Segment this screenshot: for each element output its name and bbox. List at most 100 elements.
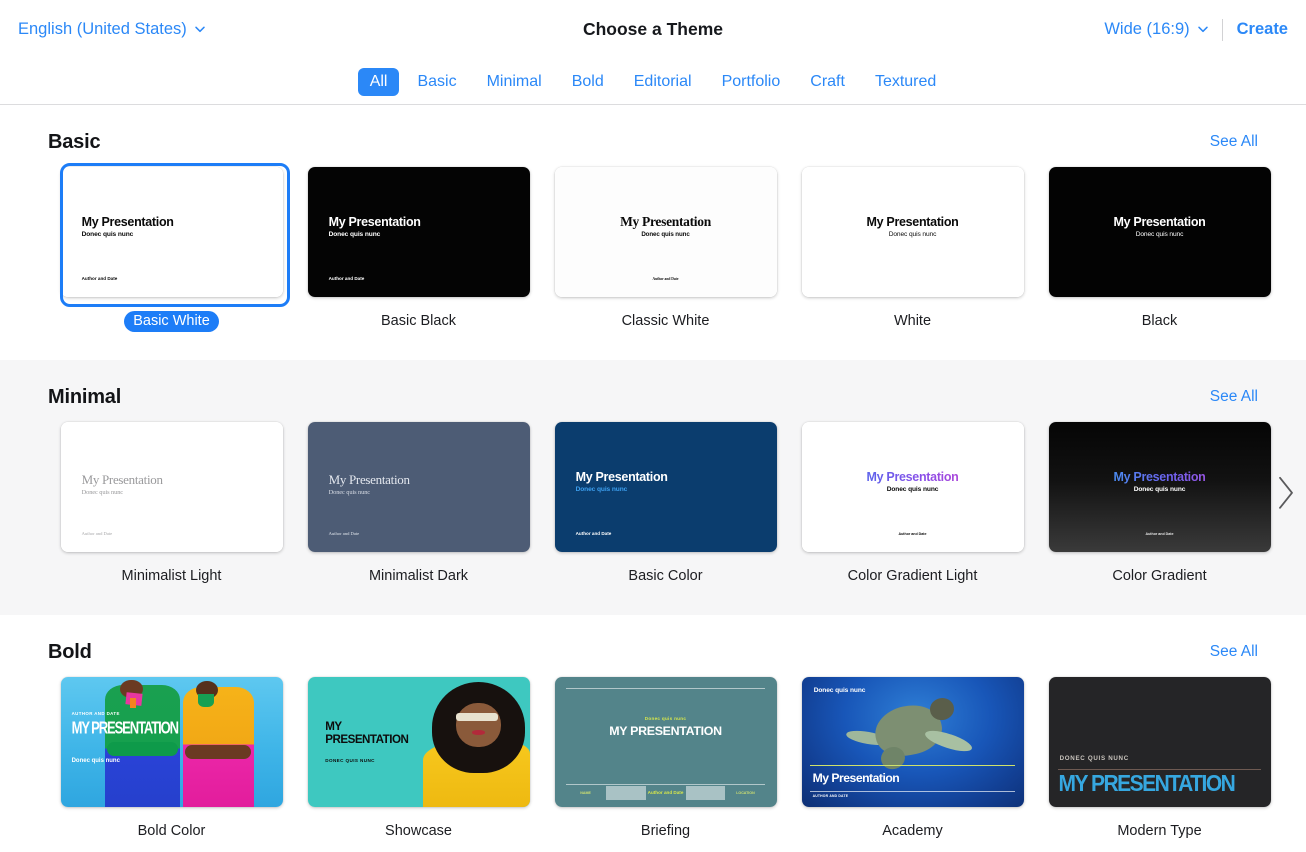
toolbar-divider	[1222, 19, 1223, 41]
section-spacer	[0, 332, 1306, 360]
theme-thumbnail[interactable]: MYPRESENTATION DONEC QUIS NUNC	[308, 677, 530, 807]
theme-card-bold-color[interactable]: AUTHOR AND DATE MY PRESENTATION Donec qu…	[48, 676, 295, 842]
theme-label: Classic White	[613, 311, 719, 332]
tab-portfolio[interactable]: Portfolio	[710, 68, 793, 96]
theme-label: Briefing	[632, 821, 699, 842]
slide-size-label: Wide (16:9)	[1104, 20, 1189, 39]
theme-card-color-gradient[interactable]: My PresentationDonec quis nunc Author an…	[1036, 421, 1283, 587]
tab-all[interactable]: All	[358, 68, 400, 96]
theme-card-academy[interactable]: Donec quis nunc My Presentation AUTHOR A…	[789, 676, 1036, 842]
theme-section-bold: Bold See All AUTHOR AND DATE MY PRESENTAT…	[0, 615, 1306, 852]
theme-thumbnail[interactable]: My PresentationDonec quis nunc Author an…	[61, 167, 283, 297]
theme-thumbnail[interactable]: My PresentationDonec quis nunc Author an…	[555, 422, 777, 552]
create-button[interactable]: Create	[1237, 20, 1288, 39]
theme-label: Showcase	[376, 821, 461, 842]
chevron-right-icon[interactable]	[1276, 474, 1296, 510]
theme-card-basic-white[interactable]: My PresentationDonec quis nunc Author an…	[48, 166, 295, 332]
theme-thumbnail-wrap[interactable]: MYPRESENTATION DONEC QUIS NUNC	[307, 676, 531, 808]
tab-basic[interactable]: Basic	[405, 68, 468, 96]
theme-thumbnail[interactable]: My PresentationDonec quis nunc	[802, 167, 1024, 297]
theme-section-minimal: Minimal See All My PresentationDonec quis…	[0, 360, 1306, 615]
theme-card-briefing[interactable]: Donec quis nunc MY PRESENTATION NAMEAuth…	[542, 676, 789, 842]
section-header: Bold See All	[0, 615, 1306, 667]
theme-card-white[interactable]: My PresentationDonec quis nunc White	[789, 166, 1036, 332]
theme-label: White	[885, 311, 940, 332]
section-spacer	[0, 587, 1306, 615]
slide-size-selector[interactable]: Wide (16:9)	[1104, 20, 1207, 39]
theme-chooser-window: English (United States) Choose a Theme W…	[0, 0, 1306, 852]
theme-thumbnail[interactable]: AUTHOR AND DATE MY PRESENTATION Donec qu…	[61, 677, 283, 807]
theme-label: Color Gradient Light	[839, 566, 987, 587]
theme-label: Academy	[873, 821, 951, 842]
language-label: English (United States)	[18, 20, 187, 39]
theme-thumbnail[interactable]: Donec quis nunc My Presentation AUTHOR A…	[802, 677, 1024, 807]
theme-label: Minimalist Light	[113, 566, 231, 587]
see-all-link[interactable]: See All	[1210, 388, 1258, 406]
theme-thumbnail[interactable]: My PresentationDonec quis nunc	[1049, 167, 1271, 297]
theme-card-black[interactable]: My PresentationDonec quis nunc Black	[1036, 166, 1283, 332]
theme-label: Modern Type	[1108, 821, 1210, 842]
tab-minimal[interactable]: Minimal	[475, 68, 554, 96]
theme-thumbnail-wrap[interactable]: Donec quis nunc MY PRESENTATION NAMEAuth…	[554, 676, 778, 808]
theme-thumbnail-wrap[interactable]: Donec quis nunc My Presentation AUTHOR A…	[801, 676, 1025, 808]
category-tabs: AllBasicMinimalBoldEditorialPortfolioCra…	[0, 59, 1306, 105]
tab-craft[interactable]: Craft	[798, 68, 857, 96]
theme-row: My PresentationDonec quis nunc Author an…	[0, 157, 1306, 332]
theme-thumbnail[interactable]: My PresentationDonec quis nunc Author an…	[802, 422, 1024, 552]
language-selector[interactable]: English (United States)	[18, 20, 205, 39]
theme-thumbnail[interactable]: My PresentationDonec quis nunc Author an…	[308, 167, 530, 297]
theme-row: My PresentationDonec quis nunc Author an…	[0, 412, 1306, 587]
theme-label: Bold Color	[129, 821, 215, 842]
theme-label: Basic Color	[619, 566, 711, 587]
theme-thumbnail[interactable]: DONEC QUIS NUNC MY PRESENTATION	[1049, 677, 1271, 807]
theme-label: Minimalist Dark	[360, 566, 477, 587]
theme-thumbnail-wrap[interactable]: AUTHOR AND DATE MY PRESENTATION Donec qu…	[60, 676, 284, 808]
theme-section-basic: Basic See All My PresentationDonec quis n…	[0, 105, 1306, 360]
see-all-link[interactable]: See All	[1210, 133, 1258, 151]
section-header: Minimal See All	[0, 360, 1306, 412]
theme-thumbnail-wrap[interactable]: My PresentationDonec quis nunc Author an…	[307, 166, 531, 298]
theme-label: Basic Black	[372, 311, 465, 332]
theme-card-modern-type[interactable]: DONEC QUIS NUNC MY PRESENTATION Modern Ty…	[1036, 676, 1283, 842]
toolbar-right-group: Wide (16:9) Create	[1104, 19, 1288, 41]
theme-thumbnail[interactable]: Donec quis nunc MY PRESENTATION NAMEAuth…	[555, 677, 777, 807]
theme-thumbnail-wrap[interactable]: My PresentationDonec quis nunc Author an…	[801, 421, 1025, 553]
theme-card-color-gradient-light[interactable]: My PresentationDonec quis nunc Author an…	[789, 421, 1036, 587]
theme-scroll-area[interactable]: Basic See All My PresentationDonec quis n…	[0, 105, 1306, 852]
theme-thumbnail-wrap[interactable]: My PresentationDonec quis nunc	[1048, 166, 1272, 298]
theme-thumbnail-wrap[interactable]: My PresentationDonec quis nunc Author an…	[554, 421, 778, 553]
chevron-down-icon	[194, 23, 205, 34]
theme-label: Basic White	[124, 311, 219, 332]
theme-card-minimalist-light[interactable]: My PresentationDonec quis nunc Author an…	[48, 421, 295, 587]
tab-textured[interactable]: Textured	[863, 68, 948, 96]
theme-card-basic-color[interactable]: My PresentationDonec quis nunc Author an…	[542, 421, 789, 587]
theme-card-classic-white[interactable]: My PresentationDonec quis nunc Author an…	[542, 166, 789, 332]
theme-label: Black	[1133, 311, 1186, 332]
section-title: Minimal	[48, 386, 121, 409]
theme-card-basic-black[interactable]: My PresentationDonec quis nunc Author an…	[295, 166, 542, 332]
window-toolbar: English (United States) Choose a Theme W…	[0, 0, 1306, 59]
see-all-link[interactable]: See All	[1210, 643, 1258, 661]
tab-editorial[interactable]: Editorial	[622, 68, 704, 96]
theme-thumbnail-wrap[interactable]: DONEC QUIS NUNC MY PRESENTATION	[1048, 676, 1272, 808]
theme-thumbnail[interactable]: My PresentationDonec quis nunc Author an…	[1049, 422, 1271, 552]
section-spacer	[0, 842, 1306, 852]
theme-thumbnail-wrap[interactable]: My PresentationDonec quis nunc Author an…	[554, 166, 778, 298]
theme-thumbnail[interactable]: My PresentationDonec quis nunc Author an…	[61, 422, 283, 552]
theme-thumbnail-wrap[interactable]: My PresentationDonec quis nunc Author an…	[307, 421, 531, 553]
theme-card-showcase[interactable]: MYPRESENTATION DONEC QUIS NUNC Showcase	[295, 676, 542, 842]
section-title: Bold	[48, 641, 92, 664]
theme-thumbnail-wrap[interactable]: My PresentationDonec quis nunc Author an…	[60, 166, 284, 298]
theme-row: AUTHOR AND DATE MY PRESENTATION Donec qu…	[0, 667, 1306, 842]
theme-thumbnail[interactable]: My PresentationDonec quis nunc Author an…	[308, 422, 530, 552]
theme-card-minimalist-dark[interactable]: My PresentationDonec quis nunc Author an…	[295, 421, 542, 587]
section-title: Basic	[48, 131, 100, 154]
section-header: Basic See All	[0, 105, 1306, 157]
chevron-down-icon	[1197, 23, 1208, 34]
theme-thumbnail-wrap[interactable]: My PresentationDonec quis nunc Author an…	[1048, 421, 1272, 553]
theme-thumbnail-wrap[interactable]: My PresentationDonec quis nunc	[801, 166, 1025, 298]
theme-thumbnail[interactable]: My PresentationDonec quis nunc Author an…	[555, 167, 777, 297]
theme-thumbnail-wrap[interactable]: My PresentationDonec quis nunc Author an…	[60, 421, 284, 553]
tab-bold[interactable]: Bold	[560, 68, 616, 96]
theme-label: Color Gradient	[1103, 566, 1215, 587]
